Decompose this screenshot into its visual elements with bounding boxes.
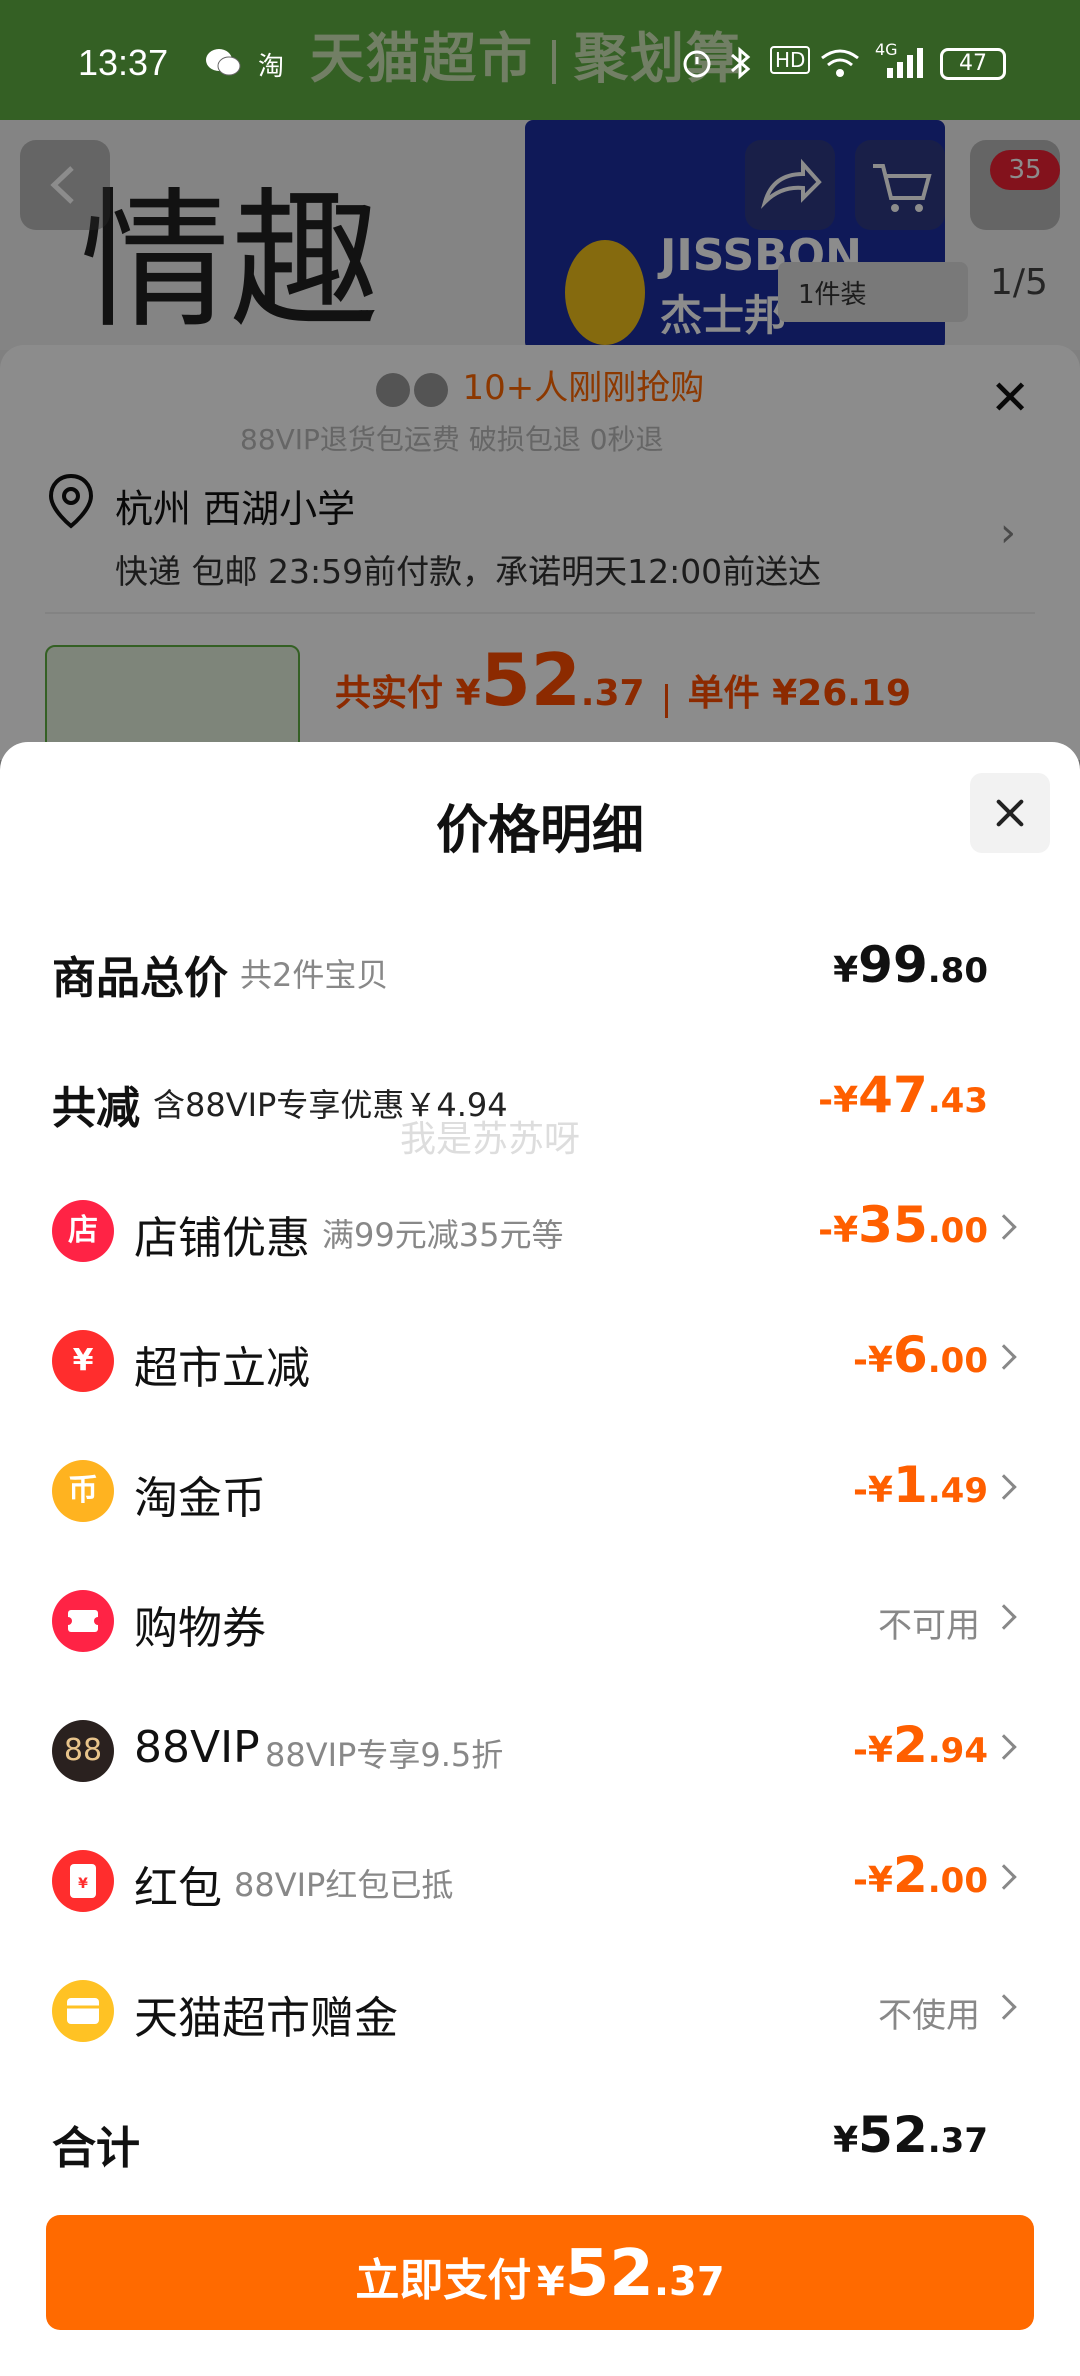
row-red-packet[interactable]: ¥ 红包 88VIP红包已抵 -¥2.00 [0,1830,1080,1920]
clock: 13:37 [78,42,169,83]
row-label: 共减 [52,1083,140,1134]
row-total-goods: 商品总价 共2件宝贝 ¥99.80 [0,920,1080,1010]
signal-icon [885,46,927,88]
watermark: 我是苏苏呀 [400,1119,581,1160]
row-label: 天猫超市赠金 [134,1993,398,2044]
row-label: 淘金币 [134,1473,266,1524]
row-label: 购物券 [134,1603,266,1654]
row-sub: 共2件宝贝 [240,956,389,994]
alarm-icon [680,46,714,88]
chevron-right-icon [991,1214,1017,1240]
row-amount: -¥6.00 [852,1326,988,1384]
row-shopping-coupon[interactable]: 购物券 不可用 [0,1570,1080,1660]
pay-currency: ¥ [536,2259,565,2305]
row-label: 88VIP [134,1722,260,1773]
bluetooth-icon [728,46,752,88]
chevron-right-icon [991,1994,1017,2020]
chevron-right-icon [991,1734,1017,1760]
row-taojinbi[interactable]: 币 淘金币 -¥1.49 [0,1440,1080,1530]
chevron-right-icon [991,1474,1017,1500]
row-amount: ¥99.80 [833,936,988,994]
sheet-title: 价格明细 [435,801,644,861]
gold-coin-icon: 币 [52,1460,114,1522]
wallet-icon [52,1980,114,2042]
vip88-icon: 88 [52,1720,114,1782]
row-sub: 88VIP专享9.5折 [265,1736,504,1774]
battery-icon: 47 [940,48,1006,80]
pay-label: 立即支付 [355,2255,532,2306]
row-amount: -¥1.49 [852,1456,988,1514]
row-status: 不使用 [878,1996,980,2036]
row-label: 合计 [52,2123,140,2174]
status-bar: 13:37 淘 HD 4G 47 [0,0,1080,128]
pay-now-button[interactable]: 立即支付 ¥52.37 [46,2215,1034,2330]
row-amount: -¥2.94 [852,1716,988,1774]
pay-dec: .37 [653,2259,725,2305]
row-amount: ¥52.37 [833,2106,988,2164]
coin-yuan-icon: ¥ [52,1330,114,1392]
row-amount: -¥35.00 [818,1196,988,1254]
red-packet-icon: ¥ [52,1850,114,1912]
row-store-discount[interactable]: 店 店铺优惠 满99元减35元等 -¥35.00 [0,1180,1080,1270]
row-sub: 满99元减35元等 [322,1216,564,1254]
chevron-right-icon [991,1864,1017,1890]
row-label: 商品总价 [52,953,228,1004]
row-amount: -¥2.00 [852,1846,988,1904]
row-status: 不可用 [878,1606,980,1646]
ticket-icon [52,1590,114,1652]
chevron-right-icon [991,1344,1017,1370]
wechat-icon [205,46,241,86]
close-button[interactable] [970,773,1050,853]
row-market-discount[interactable]: ¥ 超市立减 -¥6.00 [0,1310,1080,1400]
svg-text:¥: ¥ [78,1876,88,1892]
hd-icon: HD [770,46,811,74]
row-amount: -¥47.43 [818,1066,988,1124]
row-tmall-bonus[interactable]: 天猫超市赠金 不使用 [0,1960,1080,2050]
row-label: 红包 [134,1863,222,1914]
taobao-icon: 淘 [258,52,285,82]
row-label: 超市立减 [134,1343,310,1394]
wifi-icon [818,46,862,88]
pay-int: 52 [564,2237,654,2311]
row-sub: 88VIP红包已抵 [234,1866,454,1904]
row-grand-total: 合计 ¥52.37 [0,2090,1080,2180]
row-88vip[interactable]: 88 88VIP 88VIP专享9.5折 -¥2.94 [0,1700,1080,1790]
chevron-right-icon [991,1604,1017,1630]
store-icon: 店 [52,1200,114,1262]
row-label: 店铺优惠 [134,1213,310,1264]
